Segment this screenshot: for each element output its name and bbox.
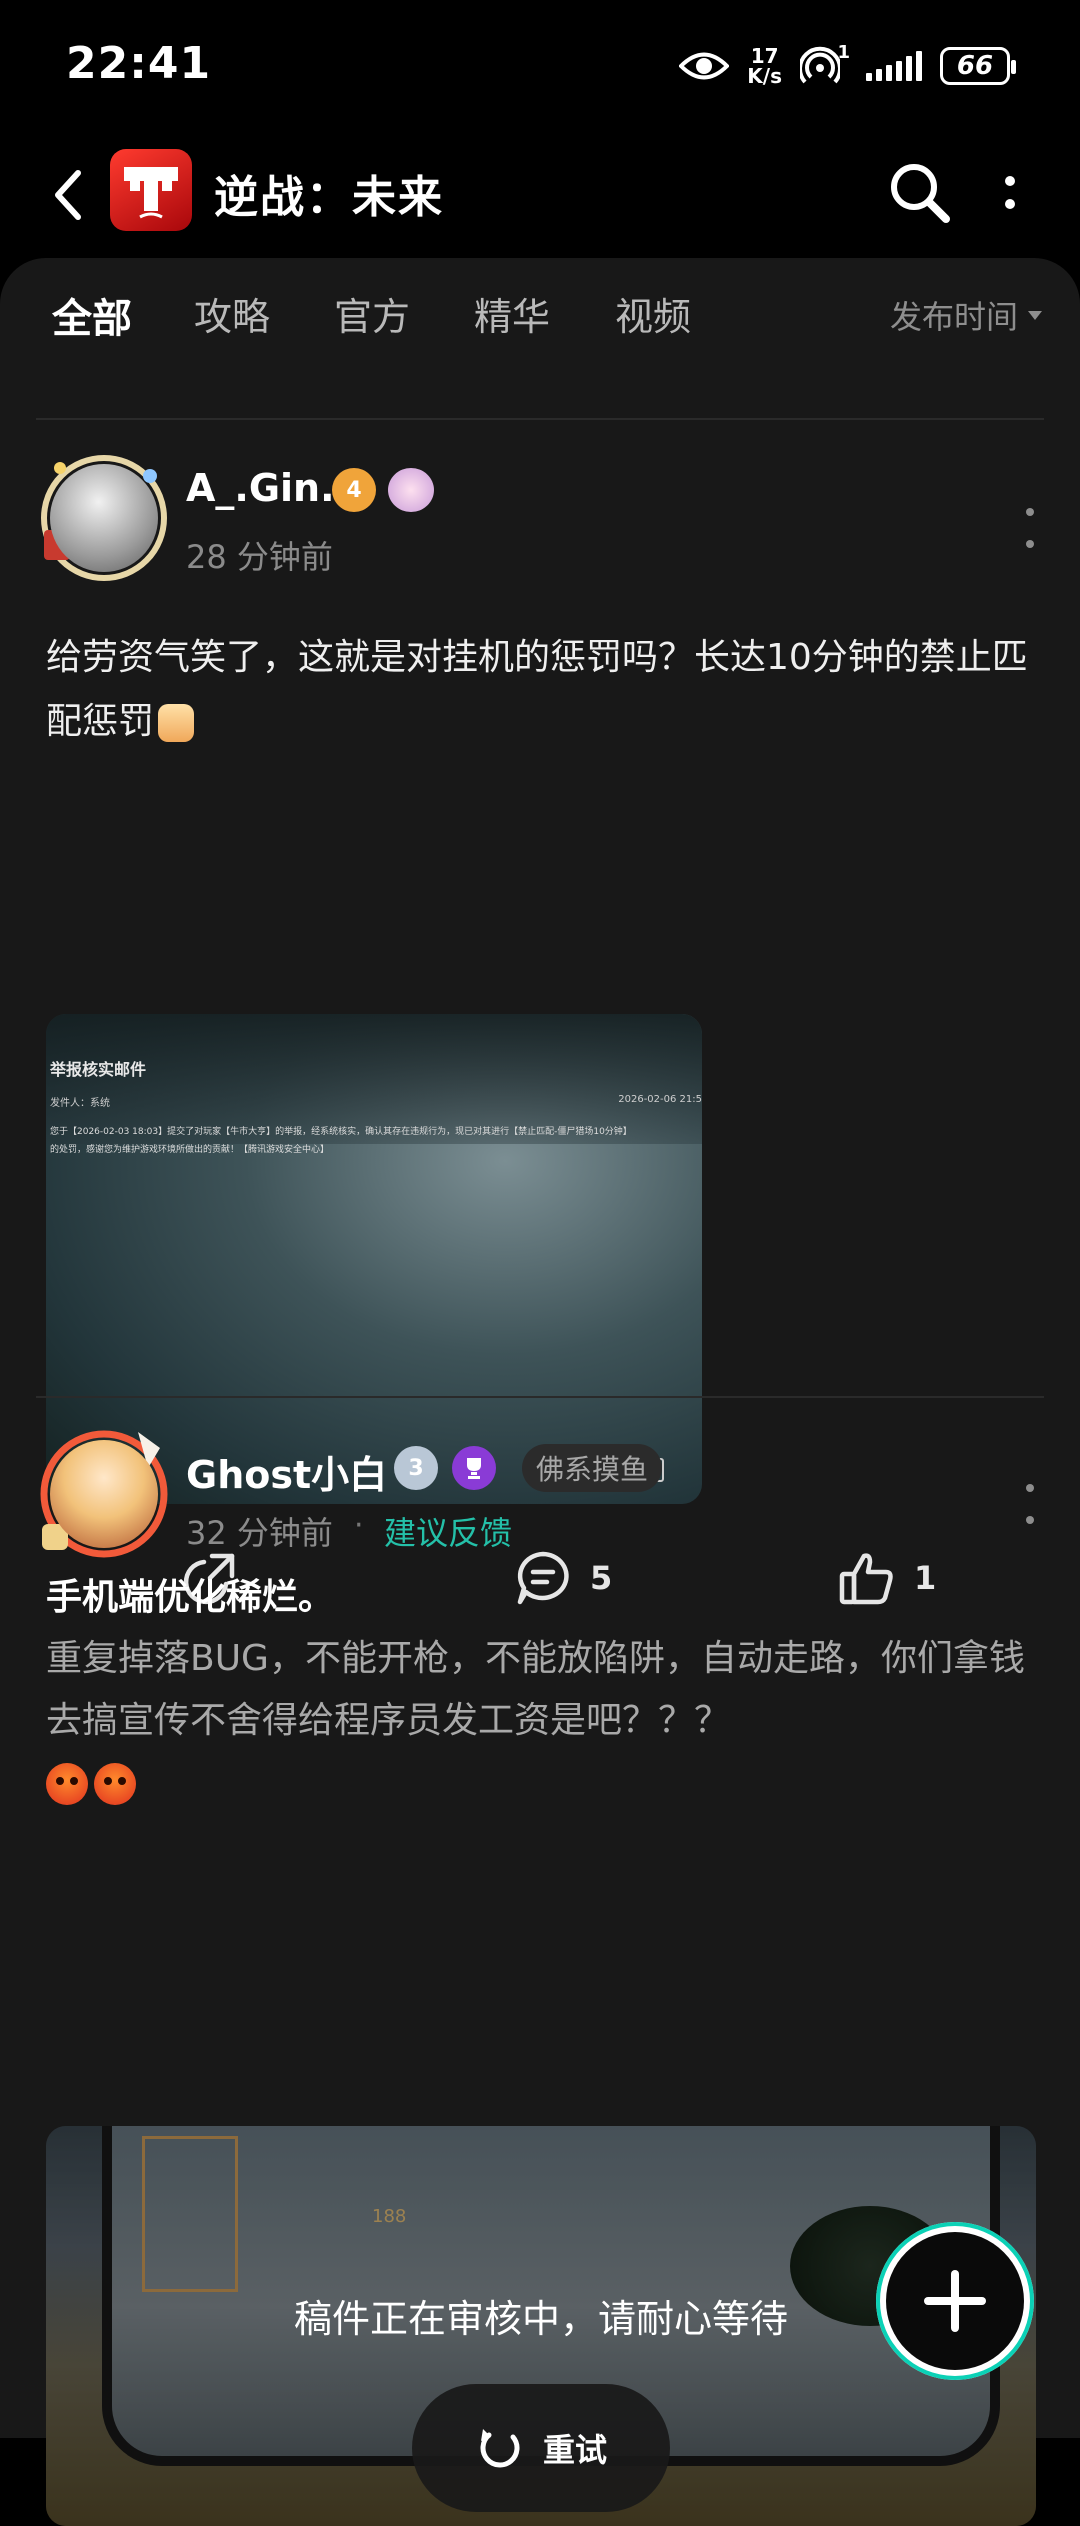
- eye-icon: [679, 52, 730, 80]
- username[interactable]: A_.Gin.: [186, 466, 335, 510]
- page-title: 逆战：未来: [214, 172, 444, 223]
- trophy-badge-icon: [452, 1446, 496, 1490]
- net-speed-unit: K/s: [747, 64, 782, 88]
- avatar[interactable]: [38, 1428, 170, 1560]
- dropdown-arrow-icon: [1028, 310, 1042, 320]
- topic-link[interactable]: 建议反馈: [384, 1508, 512, 1554]
- avatar[interactable]: [38, 452, 170, 584]
- retry-label: 重试: [542, 2431, 607, 2469]
- plus-icon: [924, 2270, 986, 2332]
- sort-dropdown[interactable]: 发布时间: [890, 292, 1042, 338]
- username[interactable]: Ghost小白: [186, 1444, 387, 1499]
- divider: [36, 418, 1044, 420]
- angry-emoji-icon: [46, 1763, 88, 1805]
- create-post-button[interactable]: [876, 2222, 1034, 2380]
- tab-guides[interactable]: 攻略: [194, 286, 270, 341]
- more-options-icon[interactable]: [992, 159, 1028, 229]
- tab-official[interactable]: 官方: [334, 286, 410, 341]
- tab-featured[interactable]: 精华: [474, 286, 550, 341]
- level-badge: 4: [332, 468, 376, 512]
- net-speed-value: 17: [750, 44, 779, 68]
- character-badge-icon: [388, 468, 434, 512]
- angry-emoji-icon: [94, 1763, 136, 1805]
- post-time: 28 分钟前: [186, 538, 333, 576]
- status-time: 22:41: [66, 38, 212, 89]
- search-icon[interactable]: [884, 157, 954, 227]
- separator-dot: ·: [354, 1508, 364, 1543]
- battery-icon: 66: [940, 47, 1016, 85]
- post-text: 给劳资气笑了，这就是对挂机的惩罚吗？长达10分钟的禁止匹配惩罚: [46, 626, 1036, 754]
- signal-icon: [866, 51, 922, 81]
- post-time: 32 分钟前: [186, 1514, 333, 1552]
- mail-line-1: 您于【2026-02-03 18:03】提交了对玩家【牛市大亨】的举报，经系统核…: [50, 1127, 632, 1137]
- tab-video[interactable]: 视频: [615, 286, 691, 341]
- hotspot-count: 1: [837, 42, 850, 63]
- hotspot-icon: 1: [798, 42, 850, 86]
- level-number: 4: [346, 477, 362, 503]
- retry-button[interactable]: 重试: [412, 2384, 670, 2512]
- game-logo[interactable]: [110, 149, 192, 231]
- sort-label: 发布时间: [889, 298, 1018, 336]
- mail-line-2: 的处罚，感谢您为维护游戏环境所做出的贡献！【腾讯游戏安全中心】: [50, 1145, 330, 1155]
- level-badge: 3: [394, 1446, 438, 1490]
- status-icons: 17 K/s 1 66: [679, 36, 1016, 96]
- tab-bar: 全部 攻略 官方 精华 视频 发布时间: [0, 258, 1080, 378]
- net-speed: 17 K/s: [747, 46, 782, 86]
- user-title-tag: 佛系摸鱼: [522, 1444, 663, 1492]
- refresh-icon: [480, 2429, 520, 2468]
- feed-panel: 全部 攻略 官方 精华 视频 发布时间 A_.Gin. 4 28 分钟前 给劳资…: [0, 258, 1080, 2526]
- post-text: 重复掉落BUG，不能开枪，不能放陷阱，自动走路，你们拿钱去搞宣传不舍得给程序员发…: [46, 1628, 1036, 1814]
- post-menu-icon[interactable]: [1020, 508, 1040, 548]
- mail-sender: 发件人：系统: [50, 1098, 110, 1109]
- battery-level: 66: [956, 51, 994, 81]
- tab-all[interactable]: 全部: [52, 286, 132, 344]
- post-menu-icon[interactable]: [1020, 1484, 1040, 1524]
- post-text-content: 重复掉落BUG，不能开枪，不能放陷阱，自动走路，你们拿钱去搞宣传不舍得给程序员发…: [46, 1638, 1025, 1741]
- divider: [36, 1396, 1044, 1398]
- mail-title: 举报核实邮件: [50, 1060, 147, 1079]
- app-header: 逆战：未来: [0, 135, 1080, 255]
- post-card[interactable]: A_.Gin. 4 28 分钟前 给劳资气笑了，这就是对挂机的惩罚吗？长达10分…: [0, 438, 1080, 1605]
- level-number: 3: [408, 1455, 424, 1481]
- status-bar: 22:41 17 K/s 1 66: [0, 0, 1080, 135]
- back-arrow-icon[interactable]: [48, 165, 88, 225]
- thumbs-up-emoji-icon: [158, 704, 195, 742]
- mail-date: 2026-02-06 21:5: [618, 1094, 702, 1105]
- post-title: 手机端优化稀烂。: [46, 1577, 335, 1618]
